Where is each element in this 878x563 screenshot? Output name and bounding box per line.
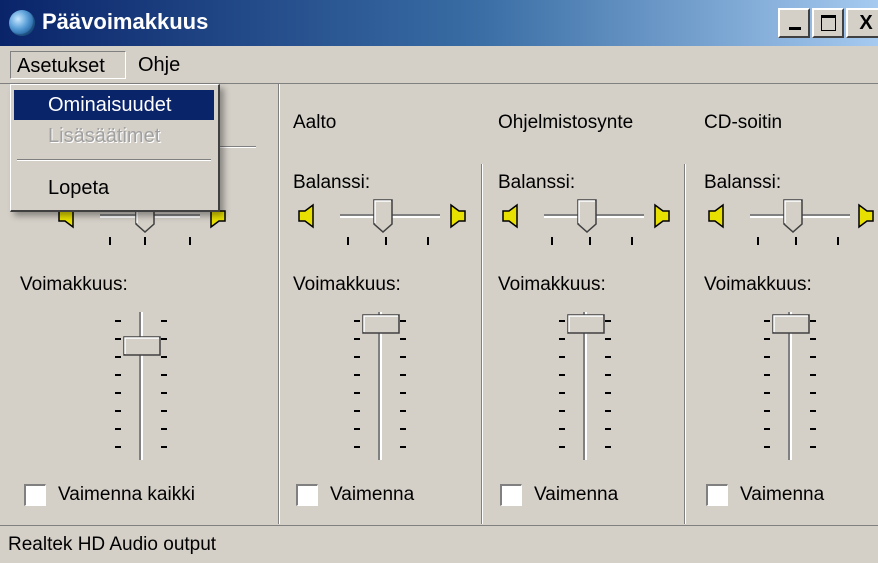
balance-label-aalto: Balanssi: [293, 172, 371, 193]
speaker-left-icon [296, 203, 320, 229]
volume-slider-cd-soitin[interactable] [760, 312, 820, 462]
volume-label-master: Voimakkuus: [20, 274, 128, 295]
balance-label-cd-soitin: Balanssi: [704, 172, 782, 193]
volume-slider-ohjelmistosynte[interactable] [555, 312, 615, 462]
menu-asetukset[interactable]: Asetukset [10, 51, 126, 79]
minimize-button[interactable] [778, 8, 810, 38]
volume-label-aalto: Voimakkuus: [293, 274, 401, 295]
balance-slider-cd-soitin[interactable] [750, 197, 850, 245]
mute-all-checkbox[interactable] [24, 484, 46, 506]
close-button[interactable]: X [846, 8, 878, 38]
volume-label-ohjelmistosynte: Voimakkuus: [498, 274, 606, 295]
title-bar[interactable]: Päävoimakkuus X [0, 0, 878, 46]
speaker-right-icon [648, 203, 672, 229]
menu-bar: Asetukset Ohje [0, 47, 878, 84]
menu-item-lopeta[interactable]: Lopeta [14, 173, 214, 203]
volume-control-window: Päävoimakkuus X Asetukset Ohje Voimakkuu… [0, 0, 878, 563]
volume-slider-aalto[interactable] [350, 312, 410, 462]
window-title: Päävoimakkuus [42, 9, 209, 34]
speaker-left-icon [706, 203, 730, 229]
balance-slider-ohjelmistosynte[interactable] [544, 197, 644, 245]
mute-checkbox-ohjelmistosynte[interactable] [500, 484, 522, 506]
mute-checkbox-aalto[interactable] [296, 484, 318, 506]
column-divider [481, 164, 483, 524]
menu-item-ominaisuudet[interactable]: Ominaisuudet [14, 90, 214, 120]
maximize-button[interactable] [812, 8, 844, 38]
menu-separator [17, 159, 211, 161]
balance-label-ohjelmistosynte: Balanssi: [498, 172, 576, 193]
speaker-left-icon [500, 203, 524, 229]
speaker-right-icon [444, 203, 468, 229]
mute-label-aalto: Vaimenna [330, 484, 415, 505]
column-title-aalto: Aalto [293, 112, 337, 133]
menu-ohje[interactable]: Ohje [132, 51, 186, 79]
column-divider [684, 164, 686, 524]
mute-checkbox-cd-soitin[interactable] [706, 484, 728, 506]
speaker-right-icon [852, 203, 876, 229]
mute-label-ohjelmistosynte: Vaimenna [534, 484, 619, 505]
status-bar: Realtek HD Audio output [0, 525, 878, 563]
column-divider [278, 84, 280, 524]
mute-all-label: Vaimenna kaikki [58, 484, 195, 505]
volume-globe-icon[interactable] [9, 10, 35, 36]
balance-slider-aalto[interactable] [340, 197, 440, 245]
volume-label-cd-soitin: Voimakkuus: [704, 274, 812, 295]
column-title-cd-soitin: CD-soitin [704, 112, 783, 133]
volume-slider-master[interactable] [111, 312, 171, 462]
menu-item-lisasaatimet: Lisäsäätimet [48, 125, 161, 147]
mute-label-cd-soitin: Vaimenna [740, 484, 825, 505]
status-text: Realtek HD Audio output [8, 534, 217, 555]
asetukset-dropdown-menu: Ominaisuudet Lisäsäätimet Lopeta [10, 84, 220, 212]
column-title-ohjelmistosynte: Ohjelmistosynte [498, 112, 634, 133]
